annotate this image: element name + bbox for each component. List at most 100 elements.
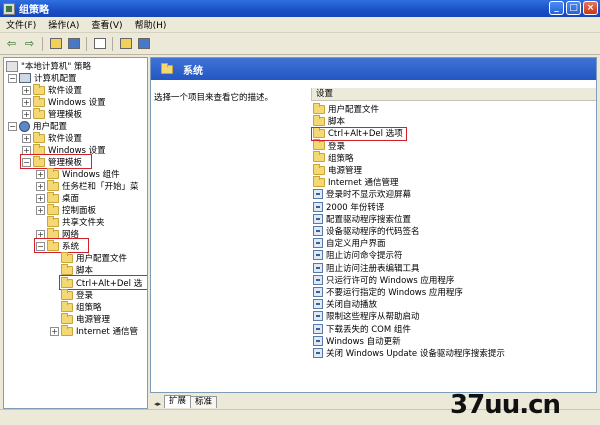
tree-item-logon[interactable]: 登录 [61,288,93,301]
policy-setting-icon [313,299,323,310]
tree-item-user-profiles[interactable]: 用户配置文件 [61,251,127,264]
policy-setting-icon [313,250,323,261]
folder-icon [47,167,59,179]
list-item-label: 下载丢失的 COM 组件 [326,324,411,335]
policy-setting-icon [313,287,323,297]
folder-icon [61,251,73,263]
expand-icon[interactable]: + [36,181,45,191]
column-header-setting[interactable]: 设置 [311,88,596,101]
tree-label: 用户配置 [33,122,68,132]
tree-label: Internet 通信管 [76,327,138,337]
expand-icon[interactable]: + [36,193,45,203]
help-icon [119,38,132,49]
tree-item-control-panel[interactable]: + 控制面板 [36,203,97,216]
tree-label: 软件设置 [48,86,83,96]
list-item-setting[interactable]: 设备驱动程序的代码签名 [313,225,420,237]
folder-icon [313,139,325,151]
tree-item-computer-config[interactable]: − 计算机配置 [8,72,77,84]
list-item-setting[interactable]: 阻止访问命令提示符 [313,249,403,261]
tree-item-cc-admin[interactable]: + 管理模板 [22,107,82,120]
title-bar: 组策略 _ □ × [0,0,600,17]
list-item-folder[interactable]: 用户配置文件 [313,102,379,115]
tree-item-shared-folders[interactable]: 共享文件夹 [47,215,105,228]
close-button[interactable]: × [583,1,598,15]
menu-file[interactable]: 文件(F) [0,18,42,31]
show-hide-tree-button[interactable] [66,36,81,51]
list-item-folder[interactable]: 电源管理 [313,163,363,176]
list-item-setting[interactable]: 关闭 Windows Update 设备驱动程序搜索提示 [313,347,505,359]
list-item-label: 只运行许可的 Windows 应用程序 [326,275,455,286]
list-item-setting[interactable]: 2000 年份转译 [313,201,384,213]
help-button[interactable] [118,36,133,51]
menu-help[interactable]: 帮助(H) [129,18,173,31]
list-item-label: 登录 [328,141,346,152]
folder-icon [33,107,45,119]
expand-icon[interactable]: + [22,133,31,143]
tree-item-cc-windows[interactable]: + Windows 设置 [22,95,106,108]
toolbar-separator [86,36,87,51]
toolbar: ⇦ ⇨ [0,33,600,55]
list-item-setting[interactable]: 配置驱动程序搜索位置 [313,213,411,225]
tree-item-internet-comm[interactable]: + Internet 通信管 [50,324,138,337]
tree-item-desktop[interactable]: + 桌面 [36,191,79,204]
policy-setting-icon [313,189,323,200]
export-list-button[interactable] [92,36,107,51]
tree-item-uc-software[interactable]: + 软件设置 [22,131,82,144]
list-item-label: 组策略 [328,153,354,164]
list-item-setting[interactable]: 下载丢失的 COM 组件 [313,323,411,335]
expand-icon[interactable]: + [22,97,31,107]
show-hide-action-pane-button[interactable] [136,36,151,51]
expand-icon[interactable]: + [22,109,31,119]
tab-extended[interactable]: 扩展 [164,395,192,408]
tree-root[interactable]: "本地计算机" 策略 [6,60,91,72]
expand-icon[interactable]: + [22,85,31,95]
tree-label: 计算机配置 [34,74,77,84]
expand-icon[interactable]: + [36,205,45,215]
list-item-setting[interactable]: 阻止访问注册表编辑工具 [313,262,420,274]
collapse-icon[interactable]: − [8,73,17,83]
list-item-folder[interactable]: 脚本 [313,114,345,127]
tree-item-power[interactable]: 电源管理 [61,312,110,325]
tab-standard[interactable]: 标准 [190,396,218,408]
list-item-setting[interactable]: 自定义用户界面 [313,237,386,249]
list-item-setting[interactable]: 登录时不显示欢迎屏幕 [313,188,411,200]
console-tree: "本地计算机" 策略 − 计算机配置 + 软件设置 + Windows 设置 +… [3,57,148,409]
list-item-setting[interactable]: 关闭自动播放 [313,298,377,310]
list-item-setting[interactable]: 不要运行指定的 Windows 应用程序 [313,286,463,298]
tree-label: 控制面板 [62,206,97,216]
tab-scroll-arrows[interactable]: ◂▸ [154,400,161,408]
folder-icon [33,131,45,143]
list-item-setting[interactable]: 只运行许可的 Windows 应用程序 [313,274,454,286]
tree-item-windows-components[interactable]: + Windows 组件 [36,167,120,180]
list-item-setting[interactable]: 限制这些程序从帮助启动 [313,310,420,322]
minimize-button[interactable]: _ [549,1,564,15]
tree-item-cc-software[interactable]: + 软件设置 [22,83,83,96]
list-item-label: 电源管理 [328,166,363,176]
collapse-icon[interactable]: − [8,121,17,131]
policy-setting-icon [313,262,323,273]
menu-view[interactable]: 查看(V) [85,18,128,31]
list-item-folder[interactable]: 登录 [313,139,346,152]
action-pane-icon [137,38,150,49]
list-item-folder[interactable]: 组策略 [313,151,354,164]
policy-setting-icon [313,274,323,285]
policy-setting-icon [313,238,323,249]
list-item-setting[interactable]: Windows 自动更新 [313,335,401,347]
forward-button[interactable]: ⇨ [22,36,37,51]
tree-label: 任务栏和「开始」菜 [62,182,139,192]
folder-icon [61,300,73,312]
tree-item-user-config[interactable]: − 用户配置 [8,120,67,132]
tree-item-taskbar[interactable]: + 任务栏和「开始」菜 [36,179,139,192]
expand-icon[interactable]: + [50,326,59,336]
list-item-label: 关闭 Windows Update 设备驱动程序搜索提示 [326,349,505,359]
maximize-button[interactable]: □ [566,1,581,15]
folder-icon [33,83,45,95]
tree-item-group-policy[interactable]: 组策略 [61,300,102,313]
expand-icon[interactable]: + [36,169,45,179]
back-button[interactable]: ⇦ [4,36,19,51]
list-item-folder[interactable]: Internet 通信管理 [313,175,398,188]
folder-icon [313,151,325,163]
policy-setting-icon [313,348,323,358]
up-one-level-button[interactable] [48,36,63,51]
menu-action[interactable]: 操作(A) [42,18,85,31]
